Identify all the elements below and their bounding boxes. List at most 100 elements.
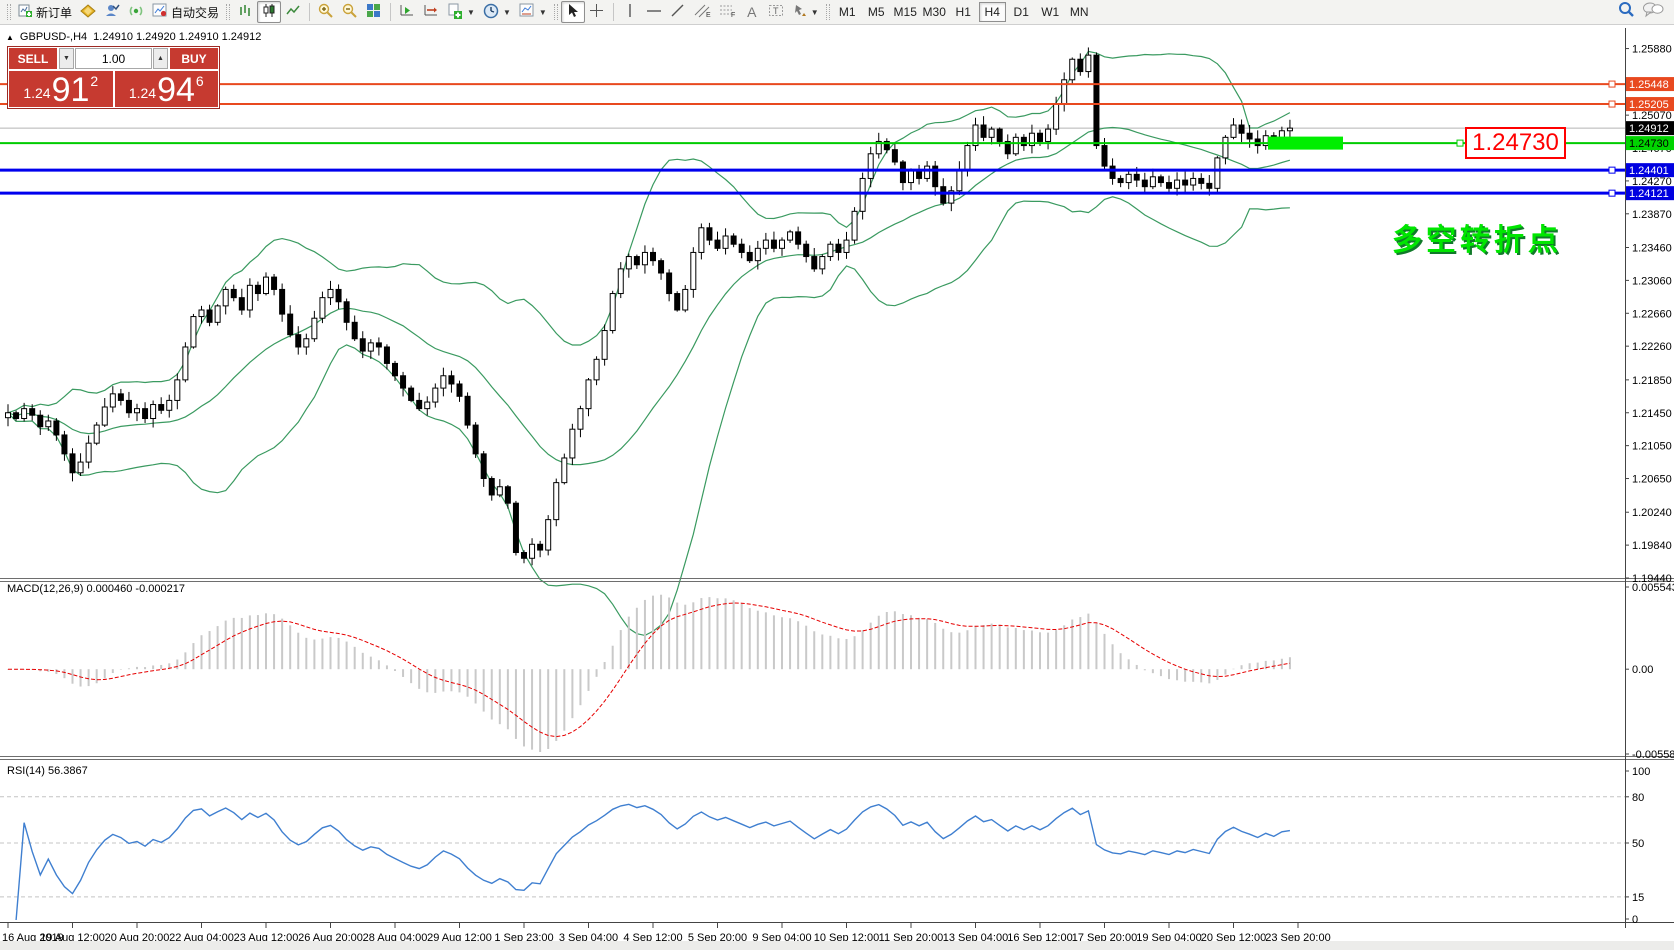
- new-chart-dropdown[interactable]: ▼: [443, 1, 479, 23]
- macd-histogram-bar: [579, 669, 581, 705]
- bear-candle: [118, 394, 123, 401]
- macd-histogram-bar: [192, 643, 194, 669]
- macd-histogram-bar: [1039, 632, 1041, 669]
- macd-histogram-bar: [571, 669, 573, 718]
- bull-candle: [86, 443, 91, 462]
- bear-candle: [892, 150, 897, 162]
- buy-price-tile[interactable]: 1.24 94 6: [115, 71, 219, 107]
- line-anchor-handle[interactable]: [1609, 81, 1615, 87]
- community-button[interactable]: [100, 1, 124, 23]
- sell-price-pipette: 2: [90, 73, 98, 89]
- bull-candle: [1013, 137, 1018, 153]
- bear-candle: [747, 252, 752, 260]
- candlestick-button[interactable]: [257, 1, 281, 23]
- tab-m30[interactable]: M30: [921, 2, 948, 22]
- crosshair-button[interactable]: [585, 1, 609, 23]
- label-button[interactable]: T: [764, 1, 788, 23]
- macd-histogram-bar: [362, 653, 364, 669]
- line-chart-button[interactable]: [281, 1, 305, 23]
- templates-dropdown[interactable]: ▼: [515, 1, 551, 23]
- bear-candle: [1167, 183, 1172, 189]
- macd-histogram-bar: [346, 642, 348, 670]
- mt4-window: 新订单 自动交易: [0, 0, 1674, 950]
- bear-candle: [538, 544, 543, 550]
- tile-windows-button[interactable]: [362, 1, 386, 23]
- bar-chart-button[interactable]: [233, 1, 257, 23]
- channel-button[interactable]: E: [690, 1, 715, 23]
- horizontal-line-button[interactable]: [642, 1, 666, 23]
- macd-histogram-bar: [338, 638, 340, 669]
- bear-candle: [997, 129, 1002, 141]
- new-order-button[interactable]: 新订单: [14, 1, 76, 23]
- zoom-in-button[interactable]: [314, 1, 338, 23]
- metaeditor-button[interactable]: [76, 1, 100, 23]
- rsi-axis-label: 50: [1632, 838, 1644, 850]
- tab-w1[interactable]: W1: [1037, 2, 1064, 22]
- signals-button[interactable]: [124, 1, 148, 23]
- tab-h1[interactable]: H1: [950, 2, 977, 22]
- bull-candle: [368, 343, 373, 351]
- macd-histogram-bar: [523, 669, 525, 746]
- search-icon[interactable]: [1618, 1, 1636, 23]
- sell-button[interactable]: SELL: [9, 48, 57, 69]
- macd-indicator-label: MACD(12,26,9) 0.000460 -0.000217: [7, 583, 185, 595]
- bull-candle: [22, 409, 27, 419]
- cursor-button[interactable]: [561, 1, 585, 23]
- chevron-down-icon: ▼: [467, 8, 475, 17]
- bear-candle: [143, 409, 148, 419]
- tab-d1[interactable]: D1: [1008, 2, 1035, 22]
- bull-candle: [102, 407, 107, 425]
- turning-point-annotation[interactable]: 多空转折点: [1392, 215, 1562, 259]
- volume-up-button[interactable]: ▲: [153, 48, 168, 69]
- bear-candle: [651, 252, 656, 260]
- macd-histogram-bar: [717, 598, 719, 669]
- price-level-annotation[interactable]: 1.24730: [1465, 127, 1566, 159]
- line-anchor-handle[interactable]: [1609, 167, 1615, 173]
- price-axis-label: 1.23870: [1632, 209, 1672, 221]
- bull-candle: [602, 331, 607, 360]
- bull-candle: [110, 394, 115, 407]
- volume-down-button[interactable]: ▼: [59, 48, 74, 69]
- chart-canvas[interactable]: 1.258801.250701.246701.242701.238701.234…: [0, 25, 1674, 950]
- tab-m5[interactable]: M5: [863, 2, 890, 22]
- ohlc-values: 1.24910 1.24920 1.24910 1.24912: [93, 31, 261, 43]
- profiles-dropdown[interactable]: ▼: [479, 1, 515, 23]
- text-button[interactable]: A: [740, 1, 764, 23]
- line-anchor-handle[interactable]: [1609, 190, 1615, 196]
- macd-histogram-bar: [805, 626, 807, 669]
- sell-price-big: 91: [52, 75, 90, 105]
- chat-icon[interactable]: [1642, 1, 1664, 23]
- volume-input[interactable]: 1.00: [75, 48, 152, 69]
- autotrading-button[interactable]: 自动交易: [148, 1, 223, 23]
- collapse-panel-icon[interactable]: ▲: [6, 33, 14, 42]
- line-anchor-handle[interactable]: [1457, 140, 1463, 146]
- bull-candle: [215, 306, 220, 322]
- sell-price-tile[interactable]: 1.24 91 2: [9, 71, 113, 107]
- tab-m15[interactable]: M15: [892, 2, 919, 22]
- auto-scroll-button[interactable]: [395, 1, 419, 23]
- trendline-button[interactable]: [666, 1, 690, 23]
- macd-histogram-bar: [265, 613, 267, 669]
- vertical-line-button[interactable]: [618, 1, 642, 23]
- bull-candle: [780, 240, 785, 248]
- arrows-dropdown[interactable]: ▼: [788, 1, 823, 23]
- chart-shift-icon: [423, 3, 439, 21]
- toolbar-grip: [226, 4, 230, 20]
- macd-histogram-bar: [330, 637, 332, 669]
- highlight-bar-annotation[interactable]: [1268, 137, 1343, 150]
- bull-candle: [618, 269, 623, 294]
- buy-button[interactable]: BUY: [170, 48, 218, 69]
- rsi-line: [16, 804, 1290, 920]
- tab-h4[interactable]: H4: [979, 2, 1006, 22]
- tab-mn[interactable]: MN: [1066, 2, 1093, 22]
- macd-histogram-bar: [757, 611, 759, 669]
- bull-candle: [183, 347, 188, 380]
- zoom-out-button[interactable]: [338, 1, 362, 23]
- chart-shift-button[interactable]: [419, 1, 443, 23]
- macd-histogram-bar: [942, 629, 944, 669]
- window-bottom-strip: [0, 941, 1674, 950]
- fibonacci-button[interactable]: F: [715, 1, 740, 23]
- bear-candle: [900, 162, 905, 183]
- line-anchor-handle[interactable]: [1609, 101, 1615, 107]
- tab-m1[interactable]: M1: [834, 2, 861, 22]
